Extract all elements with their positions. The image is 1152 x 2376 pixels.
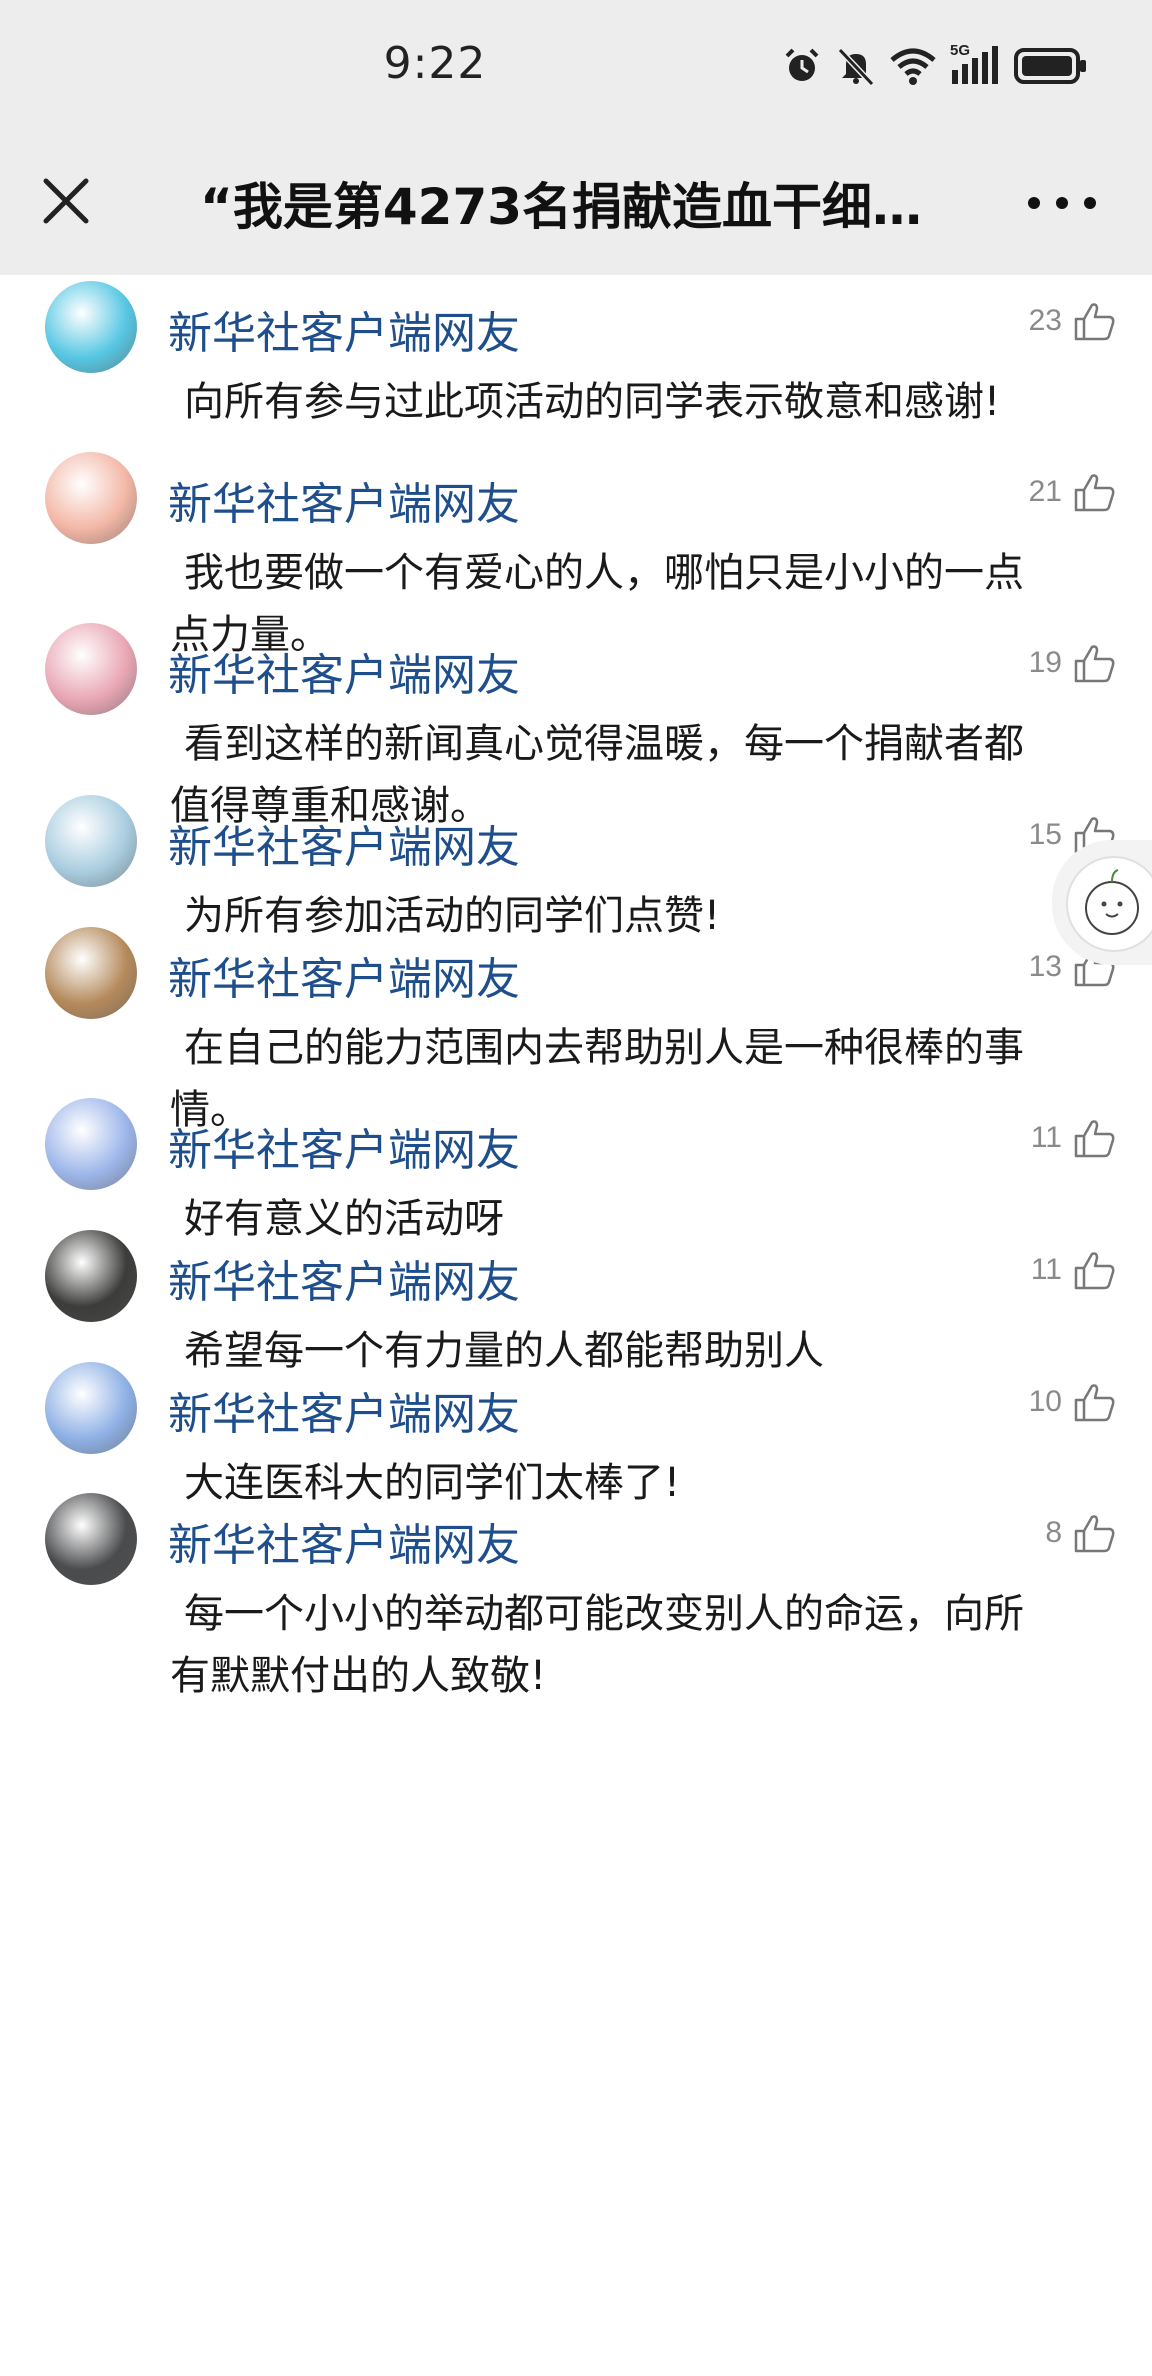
thumbs-up-icon bbox=[1074, 1120, 1115, 1158]
more-button[interactable] bbox=[1028, 191, 1096, 215]
comment-username[interactable]: 新华社客户端网友 bbox=[168, 943, 520, 1007]
comment-username[interactable]: 新华社客户端网友 bbox=[168, 811, 520, 875]
like-count: 19 bbox=[1028, 646, 1062, 679]
like-count: 11 bbox=[1030, 1253, 1062, 1286]
close-button[interactable] bbox=[36, 171, 96, 231]
comment-username[interactable]: 新华社客户端网友 bbox=[168, 639, 520, 703]
more-icon-dot bbox=[1028, 197, 1040, 209]
assistant-icon bbox=[1066, 856, 1152, 952]
comment-username[interactable]: 新华社客户端网友 bbox=[168, 1509, 520, 1573]
avatar[interactable] bbox=[45, 1493, 137, 1585]
avatar[interactable] bbox=[45, 623, 137, 715]
thumbs-up-icon bbox=[1074, 1515, 1115, 1553]
battery-icon bbox=[1014, 48, 1086, 84]
like-count: 8 bbox=[1045, 1516, 1062, 1549]
like-count: 23 bbox=[1028, 304, 1062, 337]
status-time: 9:22 bbox=[383, 38, 487, 89]
comment-item[interactable]: 新华社客户端网友 19 看到这样的新闻真心觉得温暖，每一个捐献者都值得尊重和感谢。 bbox=[0, 623, 1152, 829]
mute-icon bbox=[837, 47, 875, 86]
avatar[interactable] bbox=[45, 1098, 137, 1190]
thumbs-up-icon bbox=[1074, 303, 1115, 341]
like-button[interactable]: 10 bbox=[1029, 1380, 1116, 1424]
comment-text: 向所有参与过此项活动的同学表示敬意和感谢! bbox=[184, 379, 1001, 425]
status-bar: 9:22 5G bbox=[0, 0, 1152, 135]
like-count: 10 bbox=[1028, 1385, 1062, 1418]
thumbs-up-icon bbox=[1074, 1252, 1115, 1290]
alarm-icon bbox=[785, 48, 819, 81]
comment-username[interactable]: 新华社客户端网友 bbox=[168, 297, 520, 361]
comment-text: 每一个小小的举动都可能改变别人的命运，向所有默默付出的人致敬! bbox=[170, 1591, 1024, 1699]
comment-username[interactable]: 新华社客户端网友 bbox=[168, 1114, 520, 1178]
nav-bar: “我是第4273名捐献造血干细… bbox=[0, 135, 1152, 275]
thumbs-up-icon bbox=[1074, 1384, 1115, 1422]
comment-username[interactable]: 新华社客户端网友 bbox=[168, 1378, 520, 1442]
comment-list[interactable]: 新华社客户端网友 23 向所有参与过此项活动的同学表示敬意和感谢! 新华社客户端网友 2… bbox=[0, 275, 1152, 2376]
like-button[interactable]: 19 bbox=[1029, 641, 1116, 685]
like-count: 13 bbox=[1028, 950, 1062, 983]
like-button[interactable]: 21 bbox=[1029, 470, 1116, 514]
like-button[interactable]: 11 bbox=[1031, 1248, 1116, 1292]
wifi-icon bbox=[890, 48, 936, 85]
more-icon-dot bbox=[1084, 197, 1096, 209]
avatar[interactable] bbox=[45, 452, 137, 544]
comment-item[interactable]: 新华社客户端网友 23 向所有参与过此项活动的同学表示敬意和感谢! bbox=[0, 281, 1152, 441]
avatar[interactable] bbox=[45, 1362, 137, 1454]
like-count: 15 bbox=[1028, 818, 1062, 851]
like-button[interactable]: 11 bbox=[1031, 1116, 1116, 1160]
like-button[interactable]: 8 bbox=[1045, 1511, 1116, 1555]
comment-item[interactable]: 新华社客户端网友 21 我也要做一个有爱心的人，哪怕只是小小的一点点力量。 bbox=[0, 452, 1152, 658]
like-button[interactable]: 23 bbox=[1029, 299, 1116, 343]
thumbs-up-icon bbox=[1074, 645, 1115, 683]
avatar[interactable] bbox=[45, 795, 137, 887]
comment-item[interactable]: 新华社客户端网友 13 在自己的能力范围内去帮助别人是一种很棒的事情。 bbox=[0, 927, 1152, 1133]
thumbs-up-icon bbox=[1074, 474, 1115, 512]
avatar[interactable] bbox=[45, 927, 137, 1019]
like-count: 21 bbox=[1028, 475, 1062, 508]
avatar[interactable] bbox=[45, 1230, 137, 1322]
page-title: “我是第4273名捐献造血干细… bbox=[200, 178, 923, 236]
close-icon bbox=[43, 178, 89, 224]
like-count: 11 bbox=[1030, 1121, 1062, 1154]
comment-item[interactable]: 新华社客户端网友 8 每一个小小的举动都可能改变别人的命运，向所有默默付出的人致敬! bbox=[0, 1493, 1152, 1699]
avatar[interactable] bbox=[45, 281, 137, 373]
comment-username[interactable]: 新华社客户端网友 bbox=[168, 468, 520, 532]
signal-icon: 5G bbox=[950, 42, 1000, 86]
comment-username[interactable]: 新华社客户端网友 bbox=[168, 1246, 520, 1310]
status-icons: 5G bbox=[782, 42, 1088, 88]
more-icon-dot bbox=[1056, 197, 1068, 209]
